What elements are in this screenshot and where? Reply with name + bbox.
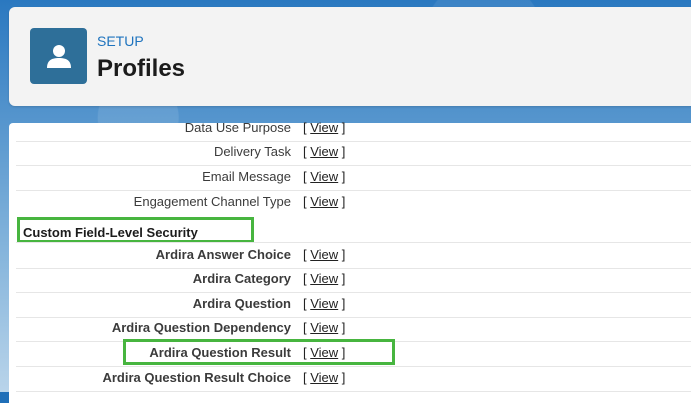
view-link[interactable]: View — [310, 120, 338, 135]
table-row: Ardira Question [ View ] — [16, 292, 691, 318]
view-link-wrapper: [ View ] — [303, 120, 346, 135]
view-link[interactable]: View — [310, 370, 338, 385]
view-link-wrapper: [ View ] — [303, 169, 346, 184]
table-row: Email Message [ View ] — [16, 165, 691, 191]
view-link-wrapper: [ View ] — [303, 320, 346, 335]
view-link[interactable]: View — [310, 271, 338, 286]
row-label: Ardira Answer Choice — [155, 247, 291, 262]
table-row: Engagement Channel Type [ View ] — [16, 190, 691, 215]
row-label: Ardira Question Dependency — [111, 320, 291, 335]
breadcrumb: SETUP — [97, 33, 144, 49]
table-row: Ardira Category [ View ] — [16, 267, 691, 293]
row-label: Delivery Task — [213, 144, 291, 159]
user-icon — [47, 45, 71, 68]
view-link[interactable]: View — [310, 296, 338, 311]
view-link-wrapper: [ View ] — [303, 271, 346, 286]
profiles-icon-tile — [30, 28, 87, 84]
view-link-wrapper: [ View ] — [303, 247, 346, 262]
row-label: Email Message — [202, 169, 291, 184]
page-header: SETUP Profiles — [9, 7, 691, 106]
table-row: Delivery Task [ View ] — [16, 140, 691, 166]
table-row: Ardira Answer Choice [ View ] — [16, 242, 691, 269]
view-link-wrapper: [ View ] — [303, 144, 346, 159]
row-label: Engagement Channel Type — [133, 194, 291, 209]
view-link-wrapper: [ View ] — [303, 194, 346, 209]
page-title: Profiles — [97, 55, 186, 82]
row-label: Data Use Purpose — [184, 120, 291, 135]
row-label: Ardira Question — [192, 296, 291, 311]
view-link[interactable]: View — [310, 169, 338, 184]
view-link[interactable]: View — [310, 320, 338, 335]
section-highlight-box — [17, 217, 254, 243]
view-link[interactable]: View — [310, 144, 338, 159]
table-row: Data Use Purpose [ View ] — [16, 116, 691, 142]
view-link-wrapper: [ View ] — [303, 370, 346, 385]
view-link[interactable]: View — [310, 247, 338, 262]
view-link[interactable]: View — [310, 194, 338, 209]
row-highlight-box — [123, 339, 395, 365]
view-link-wrapper: [ View ] — [303, 296, 346, 311]
row-label: Ardira Question Result Choice — [102, 370, 291, 385]
table-row: Ardira Question Result Choice [ View ] — [16, 366, 691, 392]
row-label: Ardira Category — [192, 271, 291, 286]
